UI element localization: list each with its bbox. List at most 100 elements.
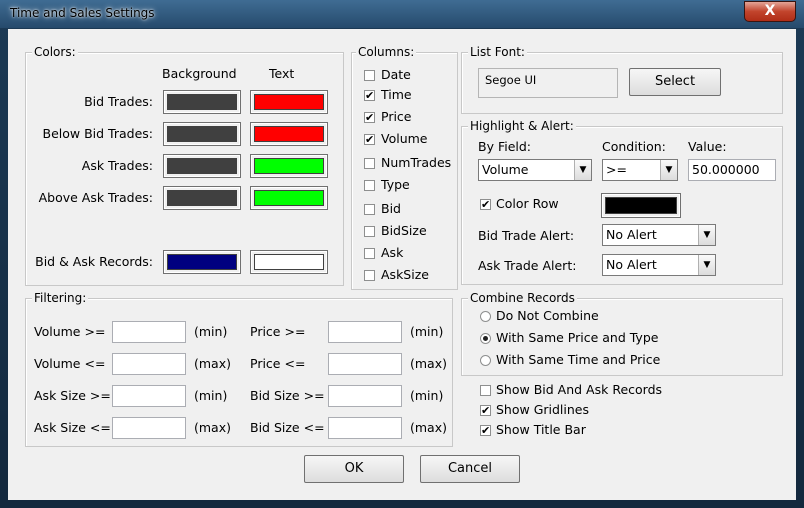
records-background-swatch[interactable] <box>163 250 241 274</box>
column-label: Time <box>381 87 412 102</box>
below-bid-text-swatch[interactable] <box>250 122 328 146</box>
filter-label: Volume <= <box>34 356 106 371</box>
swatch-fill <box>254 190 324 206</box>
column-label: Bid <box>381 201 401 216</box>
color-row-swatch[interactable] <box>601 193 681 218</box>
below-bid-background-swatch[interactable] <box>163 122 241 146</box>
option-label: Show Gridlines <box>496 402 590 417</box>
column-label: Date <box>381 67 411 82</box>
filter-label: Price >= <box>250 324 306 339</box>
combine-radio[interactable] <box>480 355 491 366</box>
option-checkbox[interactable]: ✔ <box>480 405 491 416</box>
bid-alert-select[interactable]: No Alert ▼ <box>602 224 716 246</box>
above-ask-text-swatch[interactable] <box>250 186 328 210</box>
option-checkbox[interactable]: ✔ <box>480 425 491 436</box>
column-label: Price <box>381 109 412 124</box>
bid-trades-text-swatch[interactable] <box>250 90 328 114</box>
swatch-fill <box>167 126 237 142</box>
cancel-button[interactable]: Cancel <box>420 455 520 483</box>
title-bar[interactable]: Time and Sales Settings <box>0 0 804 28</box>
ask-trades-background-swatch[interactable] <box>163 154 241 178</box>
column-checkbox-bid[interactable] <box>364 204 375 215</box>
records-text-swatch[interactable] <box>250 250 328 274</box>
column-checkbox-type[interactable] <box>364 180 375 191</box>
window-title: Time and Sales Settings <box>10 6 155 20</box>
close-button[interactable]: X <box>744 1 796 22</box>
column-checkbox-bidsize[interactable] <box>364 226 375 237</box>
column-label: NumTrades <box>381 155 452 170</box>
filter-input[interactable] <box>328 385 402 407</box>
by-field-label: By Field: <box>478 139 532 154</box>
column-checkbox-ask[interactable] <box>364 248 375 259</box>
font-preview: Segoe UI <box>478 68 618 98</box>
background-header: Background <box>162 66 237 81</box>
filter-input[interactable] <box>112 321 186 343</box>
filter-input[interactable] <box>328 321 402 343</box>
list-font-group: List Font: Segoe UI Select <box>461 45 783 114</box>
column-label: Volume <box>381 131 428 146</box>
swatch-fill <box>167 158 237 174</box>
bid-trades-background-swatch[interactable] <box>163 90 241 114</box>
condition-select[interactable]: >= ▼ <box>602 159 678 181</box>
swatch-fill <box>167 190 237 206</box>
filter-label: Ask Size <= <box>34 420 111 435</box>
combine-radio[interactable] <box>480 333 491 344</box>
by-field-value: Volume <box>482 162 529 177</box>
chevron-down-icon: ▼ <box>660 160 677 180</box>
color-row-label: Below Bid Trades: <box>42 126 154 141</box>
filter-input[interactable] <box>328 353 402 375</box>
chevron-down-icon: ▼ <box>698 225 715 245</box>
filter-input[interactable] <box>112 385 186 407</box>
filter-unit: (max) <box>194 356 231 371</box>
combine-option-label: With Same Price and Type <box>496 330 659 345</box>
column-checkbox-volume[interactable]: ✔ <box>364 134 375 145</box>
filter-unit: (min) <box>410 388 444 403</box>
filter-label: Volume >= <box>34 324 106 339</box>
option-label: Show Bid And Ask Records <box>496 382 663 397</box>
by-field-select[interactable]: Volume ▼ <box>478 159 592 181</box>
column-checkbox-time[interactable]: ✔ <box>364 90 375 101</box>
swatch-fill <box>254 158 324 174</box>
filter-input[interactable] <box>112 417 186 439</box>
dialog-client: Colors: Background Text Bid Trades: Belo… <box>8 29 796 500</box>
check-icon: ✔ <box>365 111 375 124</box>
ask-trades-text-swatch[interactable] <box>250 154 328 178</box>
color-row-label: Ask Trades: <box>81 158 153 173</box>
filter-label: Price <= <box>250 356 306 371</box>
select-font-button[interactable]: Select <box>629 68 721 96</box>
highlight-alert-group: Highlight & Alert: By Field: Condition: … <box>461 119 783 285</box>
list-font-label: List Font: <box>468 45 527 59</box>
swatch-fill <box>167 254 237 270</box>
columns-group-label: Columns: <box>356 45 417 59</box>
combine-records-label: Combine Records <box>468 291 577 305</box>
combine-option-label: With Same Time and Price <box>496 352 661 367</box>
filtering-group: Filtering: Volume >= (min) Volume <= (max) A… <box>25 291 453 447</box>
column-checkbox-date[interactable] <box>364 70 375 81</box>
filtering-label: Filtering: <box>32 291 89 305</box>
option-checkbox[interactable] <box>480 385 491 396</box>
check-icon: ✔ <box>481 198 491 211</box>
column-label: Ask <box>381 245 404 260</box>
filter-label: Bid Size >= <box>250 388 325 403</box>
value-input[interactable]: 50.000000 <box>688 159 776 181</box>
filter-input[interactable] <box>328 417 402 439</box>
column-checkbox-price[interactable]: ✔ <box>364 112 375 123</box>
ask-alert-select[interactable]: No Alert ▼ <box>602 254 716 276</box>
column-checkbox-asksize[interactable] <box>364 270 375 281</box>
combine-option-label: Do Not Combine <box>496 308 599 323</box>
combine-records-group: Combine Records Do Not Combine With Same … <box>461 291 783 376</box>
chevron-down-icon: ▼ <box>698 255 715 275</box>
ok-button[interactable]: OK <box>304 455 404 483</box>
check-icon: ✔ <box>481 404 491 417</box>
swatch-fill <box>254 126 324 142</box>
column-label: AskSize <box>381 267 429 282</box>
check-icon: ✔ <box>365 133 375 146</box>
filter-label: Bid Size <= <box>250 420 325 435</box>
above-ask-background-swatch[interactable] <box>163 186 241 210</box>
combine-radio[interactable] <box>480 311 491 322</box>
bid-alert-label: Bid Trade Alert: <box>478 228 575 243</box>
filter-input[interactable] <box>112 353 186 375</box>
color-row-checkbox[interactable]: ✔ <box>480 199 491 210</box>
column-checkbox-numtrades[interactable] <box>364 158 375 169</box>
highlight-alert-label: Highlight & Alert: <box>468 119 576 133</box>
